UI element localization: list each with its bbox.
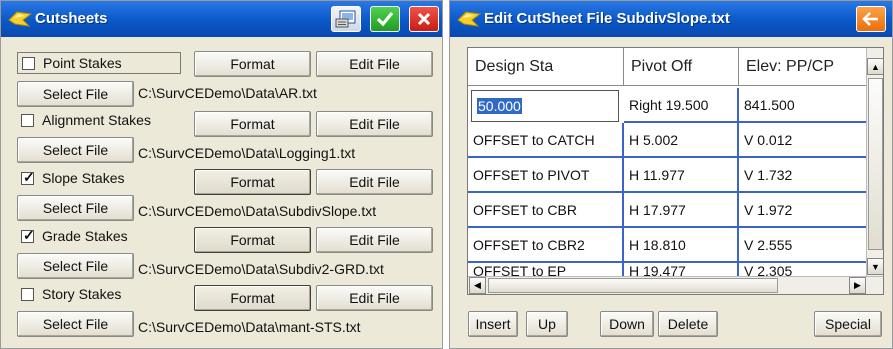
table-cell[interactable]: V 2.305 xyxy=(739,263,869,277)
horizontal-scrollbar[interactable]: ◀ ▶ xyxy=(468,276,883,294)
select-file-button-story[interactable]: Select File xyxy=(17,311,134,337)
table-cell[interactable]: H 17.977 xyxy=(624,193,739,228)
checkbox-box xyxy=(22,56,35,70)
cutsheets-titlebar: Cutsheets xyxy=(1,1,442,37)
file-path-alignment: C:\SurvCEDemo\Data\Logging1.txt xyxy=(138,145,356,161)
check-mark-icon: ✓ xyxy=(23,168,35,185)
scroll-down-icon[interactable]: ▼ xyxy=(867,258,883,275)
slope-stakes-file-row: Select File C:\SurvCEDemo\Data\SubdivSlo… xyxy=(1,195,444,223)
checkbox-box xyxy=(21,113,34,127)
table-cell[interactable]: V 0.012 xyxy=(739,123,869,158)
story-stakes-file-row: Select File C:\SurvCEDemo\Data\mant-STS.… xyxy=(1,311,444,339)
column-header-design-sta[interactable]: Design Sta xyxy=(468,48,624,86)
keyboard-button[interactable] xyxy=(331,6,361,32)
column-header-pivot-off[interactable]: Pivot Off xyxy=(624,48,739,86)
alignment-stakes-file-row: Select File C:\SurvCEDemo\Data\Logging1.… xyxy=(1,137,444,165)
cutsheet-grid[interactable]: Design Sta Pivot Off Elev: PP/CP 50.000 … xyxy=(467,47,884,295)
alignment-stakes-row: Alignment Stakes Format Edit File xyxy=(1,107,444,137)
format-button-point[interactable]: Format xyxy=(194,51,311,77)
file-path-point: C:\SurvCEDemo\Data\AR.txt xyxy=(138,85,317,101)
table-cell[interactable]: 841.500 xyxy=(739,88,869,123)
checkbox-label: Grade Stakes xyxy=(42,228,128,244)
table-cell[interactable]: OFFSET to CBR2 xyxy=(468,228,624,263)
point-stakes-row: Point Stakes Format Edit File xyxy=(1,49,444,77)
alignment-stakes-checkbox[interactable]: Alignment Stakes xyxy=(17,109,181,131)
format-button-grade[interactable]: Format xyxy=(194,227,311,253)
table-cell[interactable]: OFFSET to CBR xyxy=(468,193,624,228)
horizontal-scroll-thumb[interactable] xyxy=(488,278,778,293)
back-button[interactable] xyxy=(856,6,886,32)
format-button-slope[interactable]: Format xyxy=(194,169,311,195)
table-cell[interactable]: V 2.555 xyxy=(739,228,869,263)
grade-stakes-checkbox[interactable]: ✓ Grade Stakes xyxy=(17,225,181,247)
edit-file-button-story[interactable]: Edit File xyxy=(316,285,433,311)
checkmark-icon xyxy=(376,11,394,27)
edit-cutsheet-window: Edit CutSheet File SubdivSlope.txt Desig… xyxy=(449,0,893,349)
edit-file-button-slope[interactable]: Edit File xyxy=(316,169,433,195)
checkbox-label: Point Stakes xyxy=(43,55,122,71)
back-arrow-icon xyxy=(862,12,878,26)
checkbox-label: Slope Stakes xyxy=(42,170,125,186)
special-button[interactable]: Special xyxy=(814,311,882,337)
scroll-right-icon[interactable]: ▶ xyxy=(849,277,866,294)
edit-cutsheet-titlebar: Edit CutSheet File SubdivSlope.txt xyxy=(450,1,892,37)
insert-button[interactable]: Insert xyxy=(468,311,518,337)
file-path-slope: C:\SurvCEDemo\Data\SubdivSlope.txt xyxy=(138,203,377,219)
table-cell[interactable]: H 19.477 xyxy=(624,263,739,277)
file-path-story: C:\SurvCEDemo\Data\mant-STS.txt xyxy=(138,319,361,335)
table-cell[interactable]: V 1.972 xyxy=(739,193,869,228)
point-stakes-checkbox[interactable]: Point Stakes xyxy=(17,52,181,74)
checkbox-box xyxy=(21,287,34,301)
table-cell[interactable]: 50.000 xyxy=(471,90,619,122)
table-cell[interactable]: H 11.977 xyxy=(624,158,739,193)
close-button[interactable] xyxy=(409,6,439,32)
table-cell[interactable]: OFFSET to EP xyxy=(468,263,624,277)
table-cell[interactable]: H 5.002 xyxy=(624,123,739,158)
slope-stakes-checkbox[interactable]: ✓ Slope Stakes xyxy=(17,167,181,189)
delete-button[interactable]: Delete xyxy=(658,311,718,337)
slope-stakes-row: ✓ Slope Stakes Format Edit File xyxy=(1,165,444,195)
select-file-button-grade[interactable]: Select File xyxy=(17,253,134,279)
file-path-grade: C:\SurvCEDemo\Data\Subdiv2-GRD.txt xyxy=(138,261,384,277)
story-stakes-row: Story Stakes Format Edit File xyxy=(1,281,444,311)
up-button[interactable]: Up xyxy=(526,311,568,337)
edit-file-button-grade[interactable]: Edit File xyxy=(316,227,433,253)
select-file-button-slope[interactable]: Select File xyxy=(17,195,134,221)
checkbox-label: Alignment Stakes xyxy=(42,112,151,128)
format-button-story[interactable]: Format xyxy=(194,285,311,311)
scroll-left-icon[interactable]: ◀ xyxy=(469,277,486,294)
checkbox-box: ✓ xyxy=(21,168,35,185)
table-cell[interactable]: H 18.810 xyxy=(624,228,739,263)
down-button[interactable]: Down xyxy=(600,311,654,337)
table-cell[interactable]: OFFSET to CATCH xyxy=(468,123,624,158)
grade-stakes-file-row: Select File C:\SurvCEDemo\Data\Subdiv2-G… xyxy=(1,253,444,281)
checkbox-label: Story Stakes xyxy=(42,286,122,302)
close-icon xyxy=(417,12,431,26)
table-cell[interactable]: V 1.732 xyxy=(739,158,869,193)
grade-stakes-row: ✓ Grade Stakes Format Edit File xyxy=(1,223,444,253)
table-cell[interactable]: OFFSET to PIVOT xyxy=(468,158,624,193)
window-title: Cutsheets xyxy=(35,10,108,27)
vertical-scrollbar[interactable]: ▲ ▼ xyxy=(866,48,883,277)
select-file-button-alignment[interactable]: Select File xyxy=(17,137,134,163)
select-file-button-point[interactable]: Select File xyxy=(17,81,134,107)
column-header-elev[interactable]: Elev: PP/CP xyxy=(739,48,869,86)
edit-file-button-alignment[interactable]: Edit File xyxy=(316,111,433,137)
ok-button[interactable] xyxy=(370,6,400,32)
format-button-alignment[interactable]: Format xyxy=(194,111,311,137)
keyboard-icon xyxy=(335,10,356,28)
check-mark-icon: ✓ xyxy=(23,226,35,243)
cutsheets-window: Cutsheets Point Stakes Format Edit File … xyxy=(0,0,443,349)
story-stakes-checkbox[interactable]: Story Stakes xyxy=(17,283,181,305)
vertical-scroll-thumb[interactable] xyxy=(868,78,883,250)
window-title: Edit CutSheet File SubdivSlope.txt xyxy=(484,10,730,27)
edit-file-button-point[interactable]: Edit File xyxy=(316,51,433,77)
checkbox-box: ✓ xyxy=(21,226,35,243)
scroll-up-icon[interactable]: ▲ xyxy=(867,58,883,75)
table-cell[interactable]: Right 19.500 xyxy=(624,88,739,123)
app-logo-icon xyxy=(457,11,482,27)
app-logo-icon xyxy=(8,11,33,27)
point-stakes-file-row: Select File C:\SurvCEDemo\Data\AR.txt xyxy=(1,79,444,107)
